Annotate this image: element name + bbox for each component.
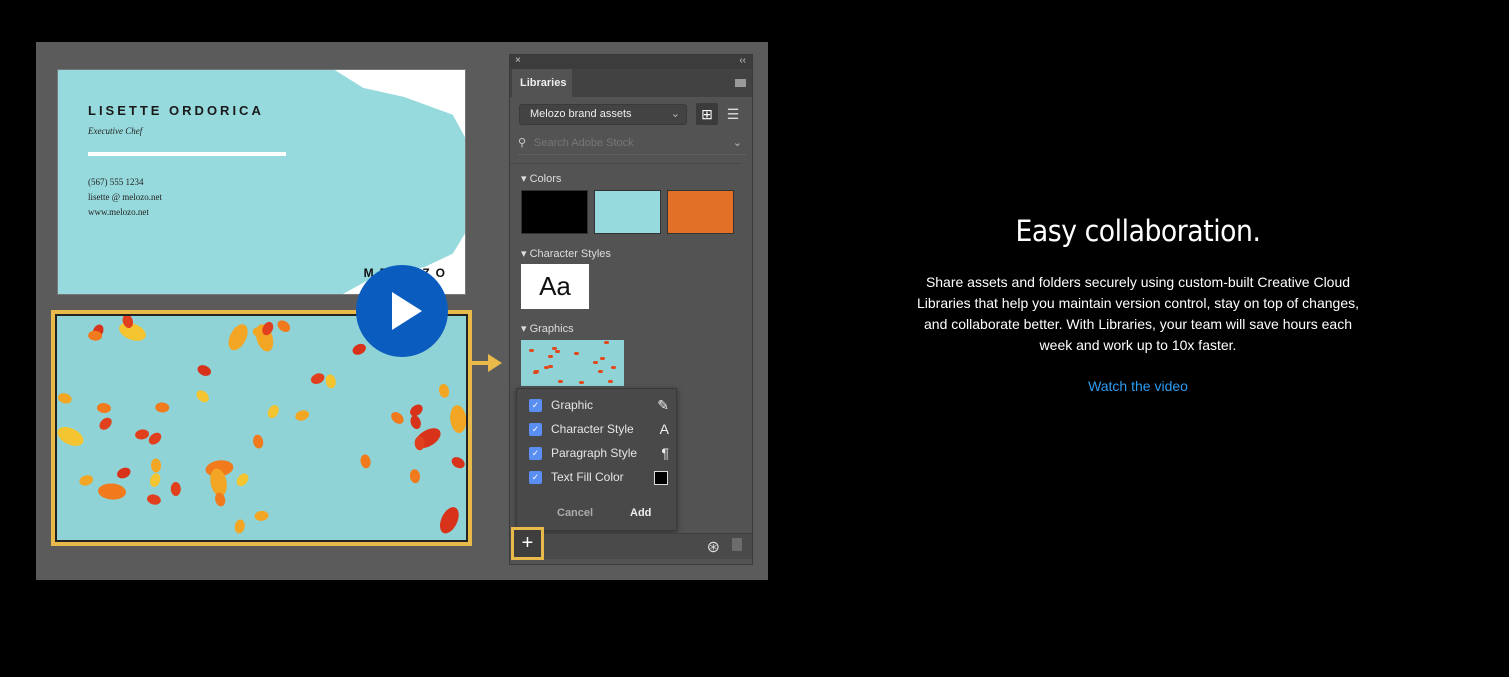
chevron-down-icon: ⌄ xyxy=(670,108,680,120)
search-input[interactable]: ⚲ Search Adobe Stock ⌄ xyxy=(518,135,746,155)
creative-cloud-icon[interactable]: ⊛ xyxy=(707,537,720,557)
pepper xyxy=(57,427,84,446)
pepper xyxy=(147,494,161,505)
section-graphics[interactable]: ▾ Graphics xyxy=(521,322,574,335)
card-name: LISETTE ORDORICA xyxy=(88,103,264,118)
pepper xyxy=(79,475,94,486)
pepper xyxy=(99,417,112,430)
option-text-fill-color[interactable]: ✓ Text Fill Color xyxy=(529,468,669,488)
trash-icon[interactable] xyxy=(732,538,742,551)
pepper xyxy=(409,469,420,484)
character-style-icon: A xyxy=(659,421,669,437)
feature-copy: Easy collaboration. Share assets and fol… xyxy=(900,214,1376,396)
option-paragraph-style[interactable]: ✓ Paragraph Style ¶ xyxy=(529,444,669,464)
pepper xyxy=(98,483,127,500)
pepper xyxy=(267,405,279,419)
pepper xyxy=(277,320,291,333)
pepper xyxy=(228,324,248,351)
chevron-down-icon[interactable]: ⌄ xyxy=(733,136,742,149)
close-icon[interactable]: × xyxy=(515,55,521,66)
pepper xyxy=(215,492,226,507)
checkbox[interactable]: ✓ xyxy=(529,447,542,460)
pepper xyxy=(117,467,131,479)
pepper xyxy=(96,403,111,414)
search-placeholder: Search Adobe Stock xyxy=(534,137,634,149)
pepper xyxy=(325,374,336,389)
card-website: www.melozo.net xyxy=(88,207,149,217)
pepper xyxy=(451,457,465,469)
pepper xyxy=(439,507,459,534)
add-content-popup: ✓ Graphic ✎ ✓ Character Style A ✓ Paragraph S… xyxy=(516,388,677,531)
pepper xyxy=(295,410,310,421)
pepper xyxy=(236,473,249,487)
checkbox[interactable]: ✓ xyxy=(529,471,542,484)
pepper xyxy=(197,365,211,376)
pepper xyxy=(57,393,72,404)
watch-video-link[interactable]: Watch the video xyxy=(1088,378,1188,394)
play-video-button[interactable] xyxy=(356,265,448,357)
search-icon: ⚲ xyxy=(518,137,527,149)
pepper xyxy=(151,458,162,473)
pepper xyxy=(135,429,150,440)
character-style-item[interactable]: Aa xyxy=(521,264,589,309)
library-select-value: Melozo brand assets xyxy=(530,108,632,120)
pepper xyxy=(438,383,450,398)
option-character-style[interactable]: ✓ Character Style A xyxy=(529,420,669,440)
pepper xyxy=(253,434,264,449)
panel-menu-icon[interactable] xyxy=(735,79,746,87)
pepper xyxy=(170,481,181,496)
pepper xyxy=(352,343,366,355)
paragraph-icon: ¶ xyxy=(661,445,669,461)
panel-footer: ⊛ xyxy=(510,533,752,559)
section-colors[interactable]: ▾ Colors xyxy=(521,172,561,185)
pepper xyxy=(254,510,269,521)
pepper xyxy=(410,415,421,430)
pepper xyxy=(234,519,245,534)
pepper xyxy=(149,473,161,487)
checkbox[interactable]: ✓ xyxy=(529,399,542,412)
card-phone: (567) 555 1234 xyxy=(88,177,144,187)
library-select[interactable]: Melozo brand assets ⌄ xyxy=(519,104,687,125)
business-card: LISETTE ORDORICA Executive Chef (567) 55… xyxy=(57,69,466,295)
add-content-button[interactable]: + xyxy=(511,527,544,560)
pepper xyxy=(391,411,404,424)
pepper xyxy=(360,454,371,469)
color-swatch[interactable] xyxy=(594,190,661,234)
add-button[interactable]: Add xyxy=(630,507,651,519)
card-title: Executive Chef xyxy=(88,126,143,136)
pepper xyxy=(148,432,162,445)
option-graphic[interactable]: ✓ Graphic ✎ xyxy=(529,396,669,416)
checkbox[interactable]: ✓ xyxy=(529,423,542,436)
list-view-button[interactable]: ☰ xyxy=(724,103,742,125)
section-character-styles[interactable]: ▾ Character Styles xyxy=(521,247,611,260)
pepper xyxy=(450,405,466,434)
color-swatch[interactable] xyxy=(521,190,588,234)
grid-view-button[interactable]: ⊞ xyxy=(696,103,718,125)
graphic-icon: ✎ xyxy=(657,397,669,413)
arrow-icon xyxy=(472,354,502,372)
card-email: lisette @ melozo.net xyxy=(88,192,163,202)
card-divider xyxy=(88,152,286,156)
fill-swatch-icon xyxy=(654,471,668,485)
graphic-item[interactable] xyxy=(521,340,624,386)
pepper xyxy=(310,373,325,384)
pepper xyxy=(196,390,209,403)
tab-libraries[interactable]: Libraries xyxy=(512,69,572,97)
color-swatch[interactable] xyxy=(667,190,734,234)
feature-description: Share assets and folders securely using … xyxy=(916,274,1360,353)
cancel-button[interactable]: Cancel xyxy=(557,507,593,519)
libraries-panel: × ‹‹ Libraries Melozo brand assets ⌄ ⊞ ☰… xyxy=(509,54,753,565)
collapse-icon[interactable]: ‹‹ xyxy=(739,55,746,66)
pepper xyxy=(155,402,170,413)
feature-title: Easy collaboration. xyxy=(1015,214,1261,248)
